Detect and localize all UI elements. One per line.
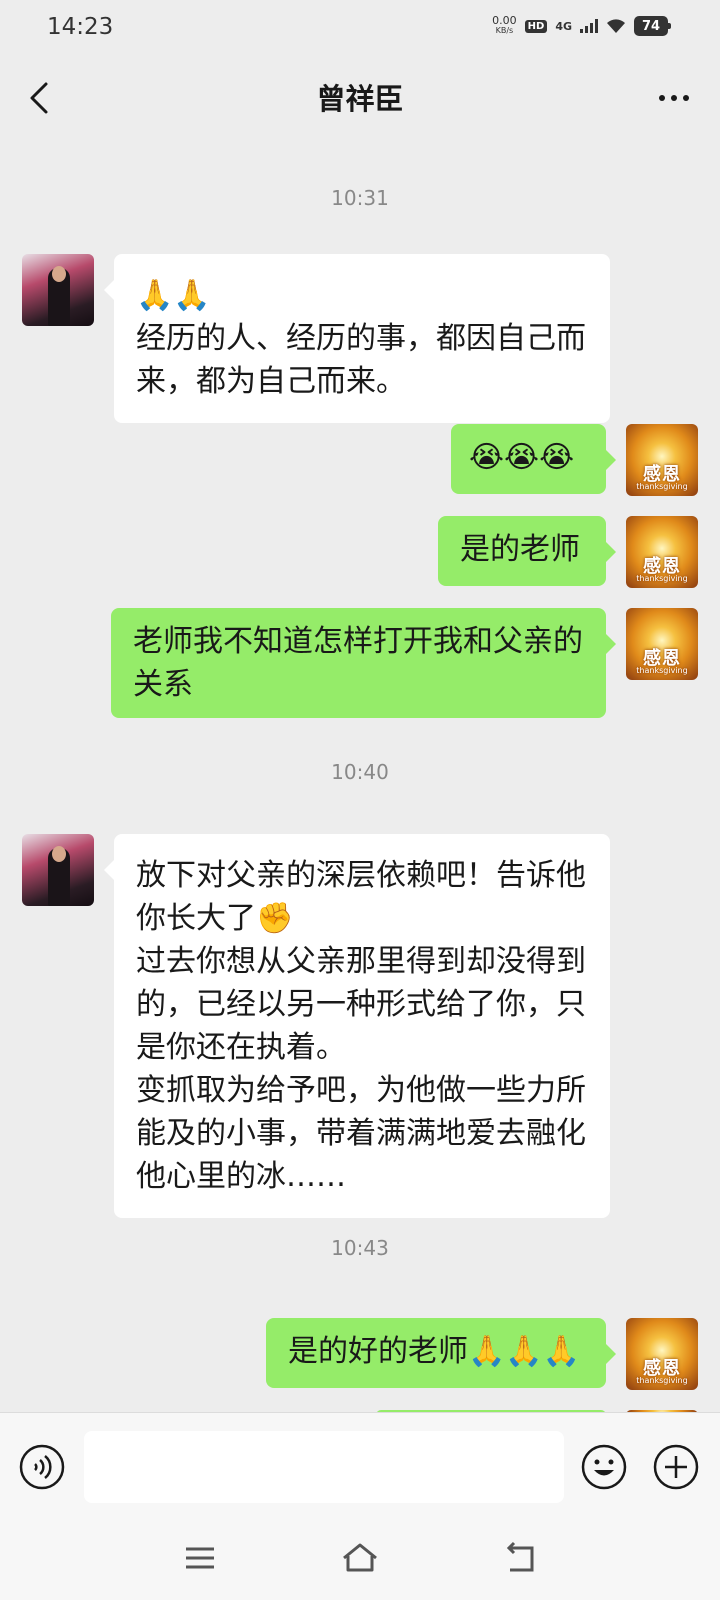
avatar-face <box>52 266 66 282</box>
avatar[interactable]: 感恩 thanksgiving <box>626 1318 698 1390</box>
wifi-icon <box>607 19 625 33</box>
avatar-subtext: thanksgiving <box>636 1376 688 1385</box>
message-line: 来，都为自己而来。 <box>136 364 406 399</box>
message-bubble[interactable]: 是的老师 <box>438 516 616 586</box>
net-speed-unit: KB/s <box>495 26 514 35</box>
battery-icon: 74 <box>634 16 671 36</box>
battery-level: 74 <box>641 18 661 34</box>
message-bubble[interactable]: 🙏🙏 经历的人、经历的事，都因自己而 来，都为自己而来。 <box>104 254 610 423</box>
message-line: 他心里的冰…… <box>136 1159 346 1194</box>
message-line: 的，已经以另一种形式给了你，只 <box>136 987 586 1022</box>
message-line: 放下对父亲的深层依赖吧！告诉他 <box>136 858 586 893</box>
message-line: 变抓取为给予吧，为他做一些力所 <box>136 1073 586 1108</box>
message-line: 你长大了✊ <box>136 901 294 936</box>
voice-icon[interactable] <box>18 1443 66 1491</box>
plus-icon[interactable] <box>652 1443 700 1491</box>
hd-badge: HD <box>524 19 548 33</box>
message-bubble[interactable]: 😭😭😭 <box>451 424 616 494</box>
timestamp: 10:31 <box>331 186 389 210</box>
avatar[interactable]: 感恩 thanksgiving <box>626 608 698 680</box>
message-line: 经历的人、经历的事，都因自己而 <box>136 321 586 356</box>
message-line: 关系 <box>133 667 193 702</box>
more-dots-icon[interactable] <box>654 80 694 116</box>
message-line: 能及的小事，带着满满地爱去融化 <box>136 1116 586 1151</box>
timestamp: 10:43 <box>331 1236 389 1260</box>
network-type: 4G <box>555 19 572 33</box>
message-line: 是的好的老师🙏🙏🙏 <box>288 1334 581 1369</box>
avatar[interactable] <box>22 834 94 906</box>
home-icon[interactable] <box>340 1540 380 1576</box>
net-speed-value: 0.00 <box>492 14 517 27</box>
emoji-icon[interactable] <box>580 1443 628 1491</box>
message-line: 是你还在执着。 <box>136 1030 346 1065</box>
avatar-subtext: thanksgiving <box>636 482 688 491</box>
message-line: 过去你想从父亲那里得到却没得到 <box>136 944 586 979</box>
avatar[interactable]: 感恩 thanksgiving <box>626 516 698 588</box>
signal-icon <box>580 19 598 33</box>
message-bubble[interactable]: 老师我不知道怎样打开我和父亲的 关系 <box>111 608 616 718</box>
chat-header: 曾祥臣 <box>0 58 720 138</box>
avatar-subtext: thanksgiving <box>636 666 688 675</box>
message-list[interactable]: 10:31 🙏🙏 经历的人、经历的事，都因自己而 来，都为自己而来。 感恩 th… <box>0 138 720 1412</box>
message-input[interactable] <box>84 1431 564 1503</box>
avatar[interactable] <box>22 254 94 326</box>
net-speed: 0.00 KB/s <box>492 14 517 36</box>
avatar-face <box>52 846 66 862</box>
back-nav-icon[interactable] <box>500 1540 540 1576</box>
message-line: 是的老师 <box>460 532 580 567</box>
menu-icon[interactable] <box>180 1540 220 1576</box>
input-bar <box>0 1412 720 1519</box>
avatar[interactable]: 感恩 thanksgiving <box>626 424 698 496</box>
message-bubble[interactable]: 放下对父亲的深层依赖吧！告诉他 你长大了✊ 过去你想从父亲那里得到却没得到 的，… <box>104 834 610 1218</box>
system-nav-bar <box>0 1518 720 1600</box>
avatar-subtext: thanksgiving <box>636 574 688 583</box>
status-bar: 14:23 0.00 KB/s HD 4G 74 <box>0 0 720 58</box>
timestamp: 10:40 <box>331 760 389 784</box>
message-line: 老师我不知道怎样打开我和父亲的 <box>133 624 583 659</box>
chat-title: 曾祥臣 <box>316 82 404 116</box>
message-bubble[interactable]: 是的好的老师🙏🙏🙏 <box>266 1318 616 1388</box>
status-icons: 0.00 KB/s HD 4G 74 <box>492 14 671 36</box>
message-line: 🙏🙏 <box>136 278 211 313</box>
status-time: 14:23 <box>47 14 114 40</box>
message-line: 😭😭😭 <box>469 440 575 475</box>
